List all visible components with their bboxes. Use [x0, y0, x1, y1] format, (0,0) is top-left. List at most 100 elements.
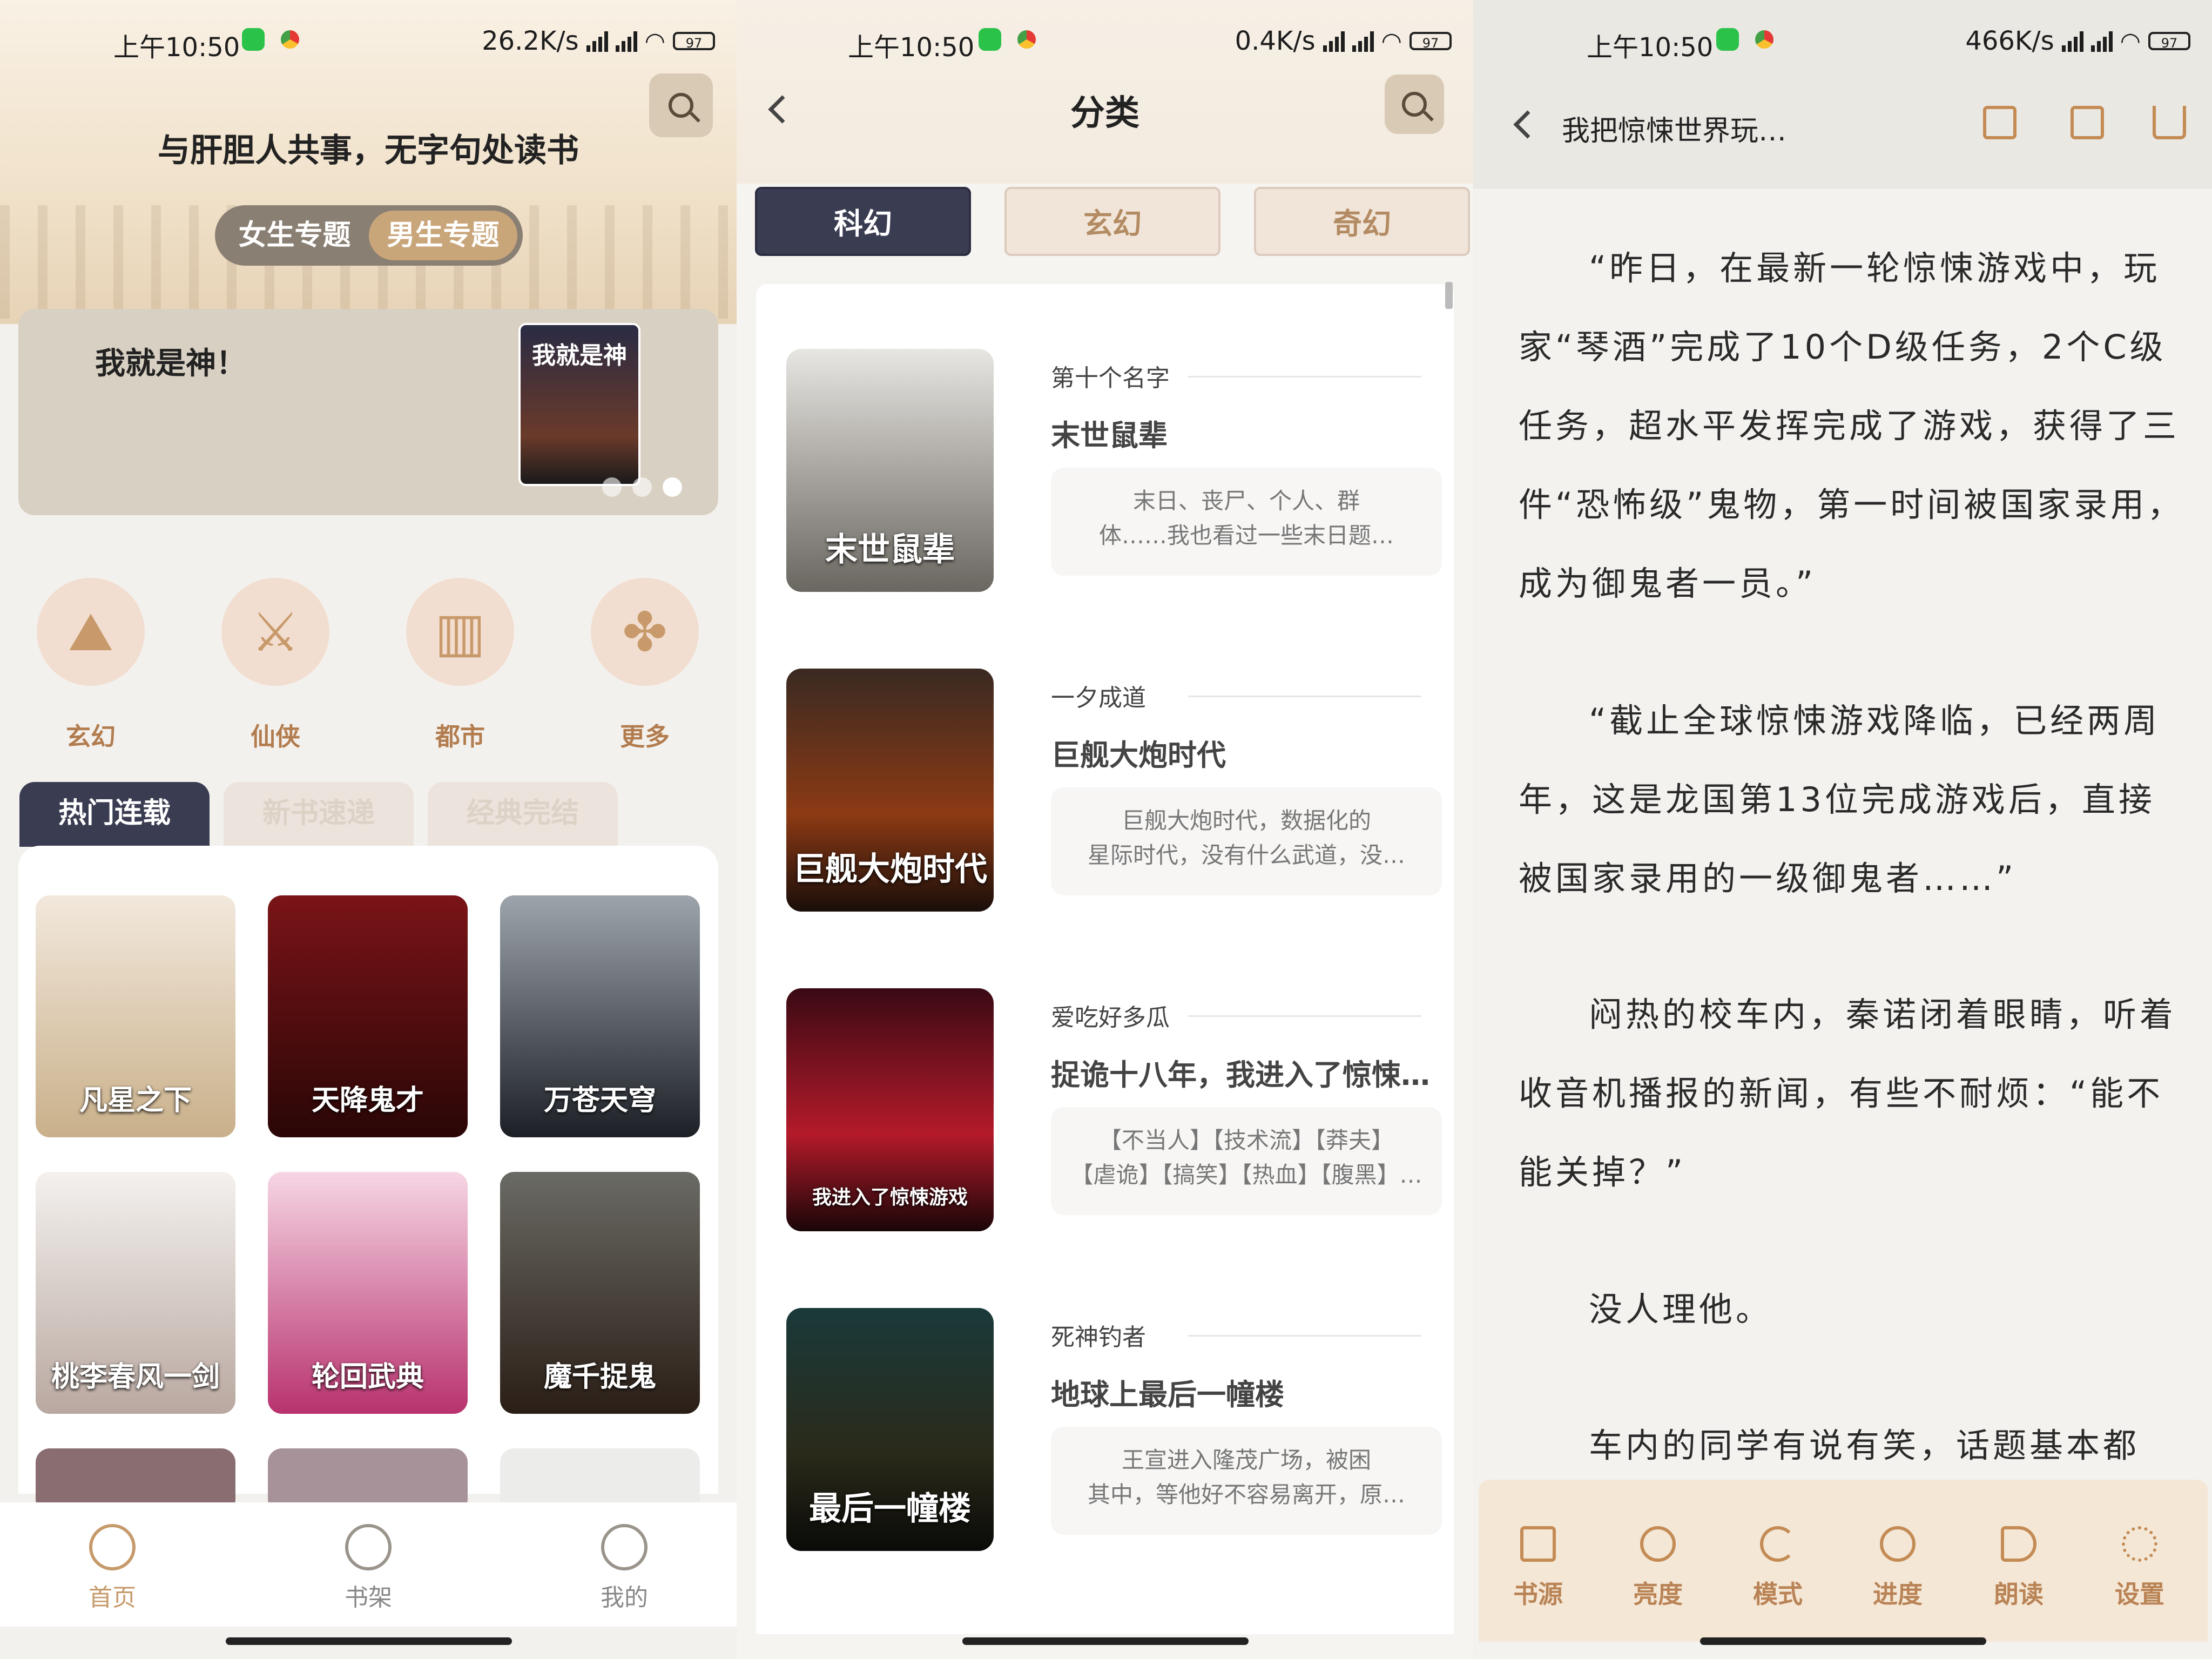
book-title: 天降鬼才 [311, 1084, 424, 1117]
wifi-icon: ◠ [644, 27, 665, 55]
divider [1188, 1015, 1421, 1017]
book-title: 魔千捉鬼 [543, 1360, 656, 1393]
book-title: 巨舰大炮时代 [1051, 738, 1226, 772]
paragraph: 车内的同学有说有笑，话题基本都 [1589, 1426, 2140, 1465]
category-label: 玄幻 [66, 722, 116, 751]
status-time: 上午10:50 [848, 32, 975, 63]
chrome-icon [1755, 30, 1773, 49]
category-more[interactable]: ✤ 更多 [591, 578, 699, 753]
tool-mode[interactable]: 模式 [1740, 1526, 1816, 1610]
carousel-dot[interactable] [663, 477, 682, 497]
download-icon[interactable] [2153, 106, 2186, 139]
book-cover[interactable]: 巨舰大炮时代 [786, 669, 994, 912]
wechat-icon [979, 28, 1001, 51]
book-cover[interactable]: 末世鼠辈 [786, 349, 994, 592]
tab-qihuan[interactable]: 奇幻 [1254, 187, 1470, 256]
chrome-icon [1017, 30, 1036, 49]
book-cover[interactable]: 魔千捉鬼 [500, 1172, 700, 1414]
moon-icon [1760, 1526, 1796, 1562]
divider [1188, 376, 1421, 377]
wifi-icon: ◠ [2120, 27, 2141, 55]
book-title: 我把惊悚世界玩… [1562, 115, 1787, 147]
tool-brightness[interactable]: 亮度 [1620, 1526, 1696, 1610]
battery-icon: 97 [2148, 32, 2190, 51]
home-indicator[interactable] [226, 1637, 512, 1645]
nav-label: 首页 [89, 1584, 136, 1611]
book-source-icon [1520, 1526, 1556, 1562]
tab-hot-serial[interactable]: 热门连载 [19, 782, 210, 847]
book-cover[interactable]: 轮回武典 [268, 1172, 468, 1414]
tab-xuanhuan[interactable]: 玄幻 [1004, 187, 1220, 256]
book-cover[interactable]: 我进入了惊悚游戏 [786, 988, 994, 1231]
signal-icon [2061, 30, 2083, 52]
book-desc: 末日、丧尸、个人、群 体……我也看过一些末日题… [1051, 468, 1442, 576]
book-title: 捉诡十八年，我进入了惊悚… [1051, 1058, 1430, 1092]
status-bar: 上午10:50 26.2K/s ◠ 97 [0, 0, 737, 81]
brightness-icon [1640, 1526, 1676, 1562]
tool-source[interactable]: 书源 [1500, 1526, 1576, 1610]
cover-text: 我进入了惊悚游戏 [812, 1186, 968, 1209]
nav-label: 我的 [601, 1584, 648, 1611]
banner-book-cover[interactable]: 我就是神 [518, 323, 640, 486]
search-icon [1402, 92, 1427, 117]
battery-icon: 97 [673, 32, 715, 51]
banner-cover-text: 我就是神 [532, 342, 627, 369]
list-item[interactable]: 末世鼠辈 第十个名字 末世鼠辈 末日、丧尸、个人、群 体……我也看过一些末日题… [756, 284, 1454, 592]
desc-line: 末日、丧尸、个人、群 [1132, 488, 1360, 514]
book-cover[interactable]: 最后一幢楼 [786, 1308, 994, 1551]
toc-icon[interactable] [1983, 106, 2017, 139]
profile-icon [601, 1524, 648, 1570]
category-label: 都市 [435, 722, 485, 751]
mountain-icon: ⛰ [37, 578, 145, 686]
desc-line: 【虐诡】【搞笑】【热血】【腹黑】… [1070, 1162, 1422, 1188]
home-icon [89, 1524, 136, 1570]
list-item[interactable]: 最后一幢楼 死神钓者 地球上最后一幢楼 王宣进入隆茂广场，被困 其中，等他好不容易… [756, 1243, 1454, 1551]
signal-icon [586, 30, 608, 52]
network-speed: 466K/s [1965, 26, 2054, 56]
slogan: 与肝胆人共事，无字句处读书 [158, 132, 579, 170]
topic-switch: 女生专题 男生专题 [215, 205, 523, 266]
tab-new-books[interactable]: 新书速递 [224, 782, 414, 847]
divider [1188, 696, 1421, 697]
category-xianxia[interactable]: ⚔ 仙侠 [221, 578, 329, 753]
tool-read-aloud[interactable]: 朗读 [1981, 1526, 2056, 1610]
book-title: 万苍天穹 [543, 1084, 656, 1117]
list-item[interactable]: 我进入了惊悚游戏 爱吃好多瓜 捉诡十八年，我进入了惊悚… 【不当人】【技术流】【… [756, 923, 1454, 1231]
search-button[interactable] [1385, 75, 1444, 134]
nav-home[interactable]: 首页 [58, 1524, 166, 1613]
paragraph: 没人理他。 [1589, 1290, 1773, 1329]
home-screen: 上午10:50 26.2K/s ◠ 97 与肝胆人共事，无字句处读书 女生专题 … [0, 0, 737, 1659]
desc-line: 其中，等他好不容易离开，原… [1087, 1481, 1405, 1508]
status-time: 上午10:50 [1587, 32, 1714, 63]
signal-icon [1352, 30, 1374, 52]
category-dushi[interactable]: ▥ 都市 [406, 578, 514, 753]
book-desc: 巨舰大炮时代，数据化的 星际时代，没有什么武道，没… [1051, 787, 1442, 895]
status-time: 上午10:50 [113, 32, 240, 63]
carousel-dots [602, 477, 682, 497]
add-bookshelf-icon[interactable] [2071, 106, 2104, 139]
book-title: 地球上最后一幢楼 [1051, 1378, 1284, 1412]
tool-settings[interactable]: 设置 [2102, 1526, 2177, 1610]
tab-classic-finished[interactable]: 经典完结 [428, 782, 618, 847]
list-item[interactable]: 巨舰大炮时代 一夕成道 巨舰大炮时代 巨舰大炮时代，数据化的 星际时代，没有什么武… [756, 604, 1454, 912]
topic-female[interactable]: 女生专题 [220, 211, 369, 260]
category-xuanhuan[interactable]: ⛰ 玄幻 [37, 578, 145, 753]
book-author: 一夕成道 [1051, 684, 1146, 712]
book-cover[interactable]: 万苍天穹 [500, 895, 700, 1137]
book-cover[interactable]: 凡星之下 [36, 895, 235, 1137]
desc-line: 王宣进入隆茂广场，被困 [1121, 1447, 1371, 1473]
carousel-dot[interactable] [602, 477, 622, 497]
tab-scifi[interactable]: 科幻 [755, 187, 971, 256]
home-indicator[interactable] [962, 1637, 1249, 1645]
tool-progress[interactable]: 进度 [1860, 1526, 1936, 1610]
book-cover[interactable]: 天降鬼才 [268, 895, 468, 1137]
home-indicator[interactable] [1700, 1637, 1986, 1645]
book-cover[interactable]: 桃李春风一剑 [36, 1172, 235, 1414]
book-desc: 【不当人】【技术流】【莽夫】 【虐诡】【搞笑】【热血】【腹黑】… [1051, 1107, 1442, 1215]
nav-bookshelf[interactable]: 书架 [314, 1524, 422, 1613]
carousel-dot[interactable] [632, 477, 652, 497]
clock-icon [1880, 1526, 1916, 1562]
scrollbar[interactable] [1445, 282, 1453, 309]
nav-mine[interactable]: 我的 [570, 1524, 678, 1613]
topic-male[interactable]: 男生专题 [369, 211, 517, 260]
